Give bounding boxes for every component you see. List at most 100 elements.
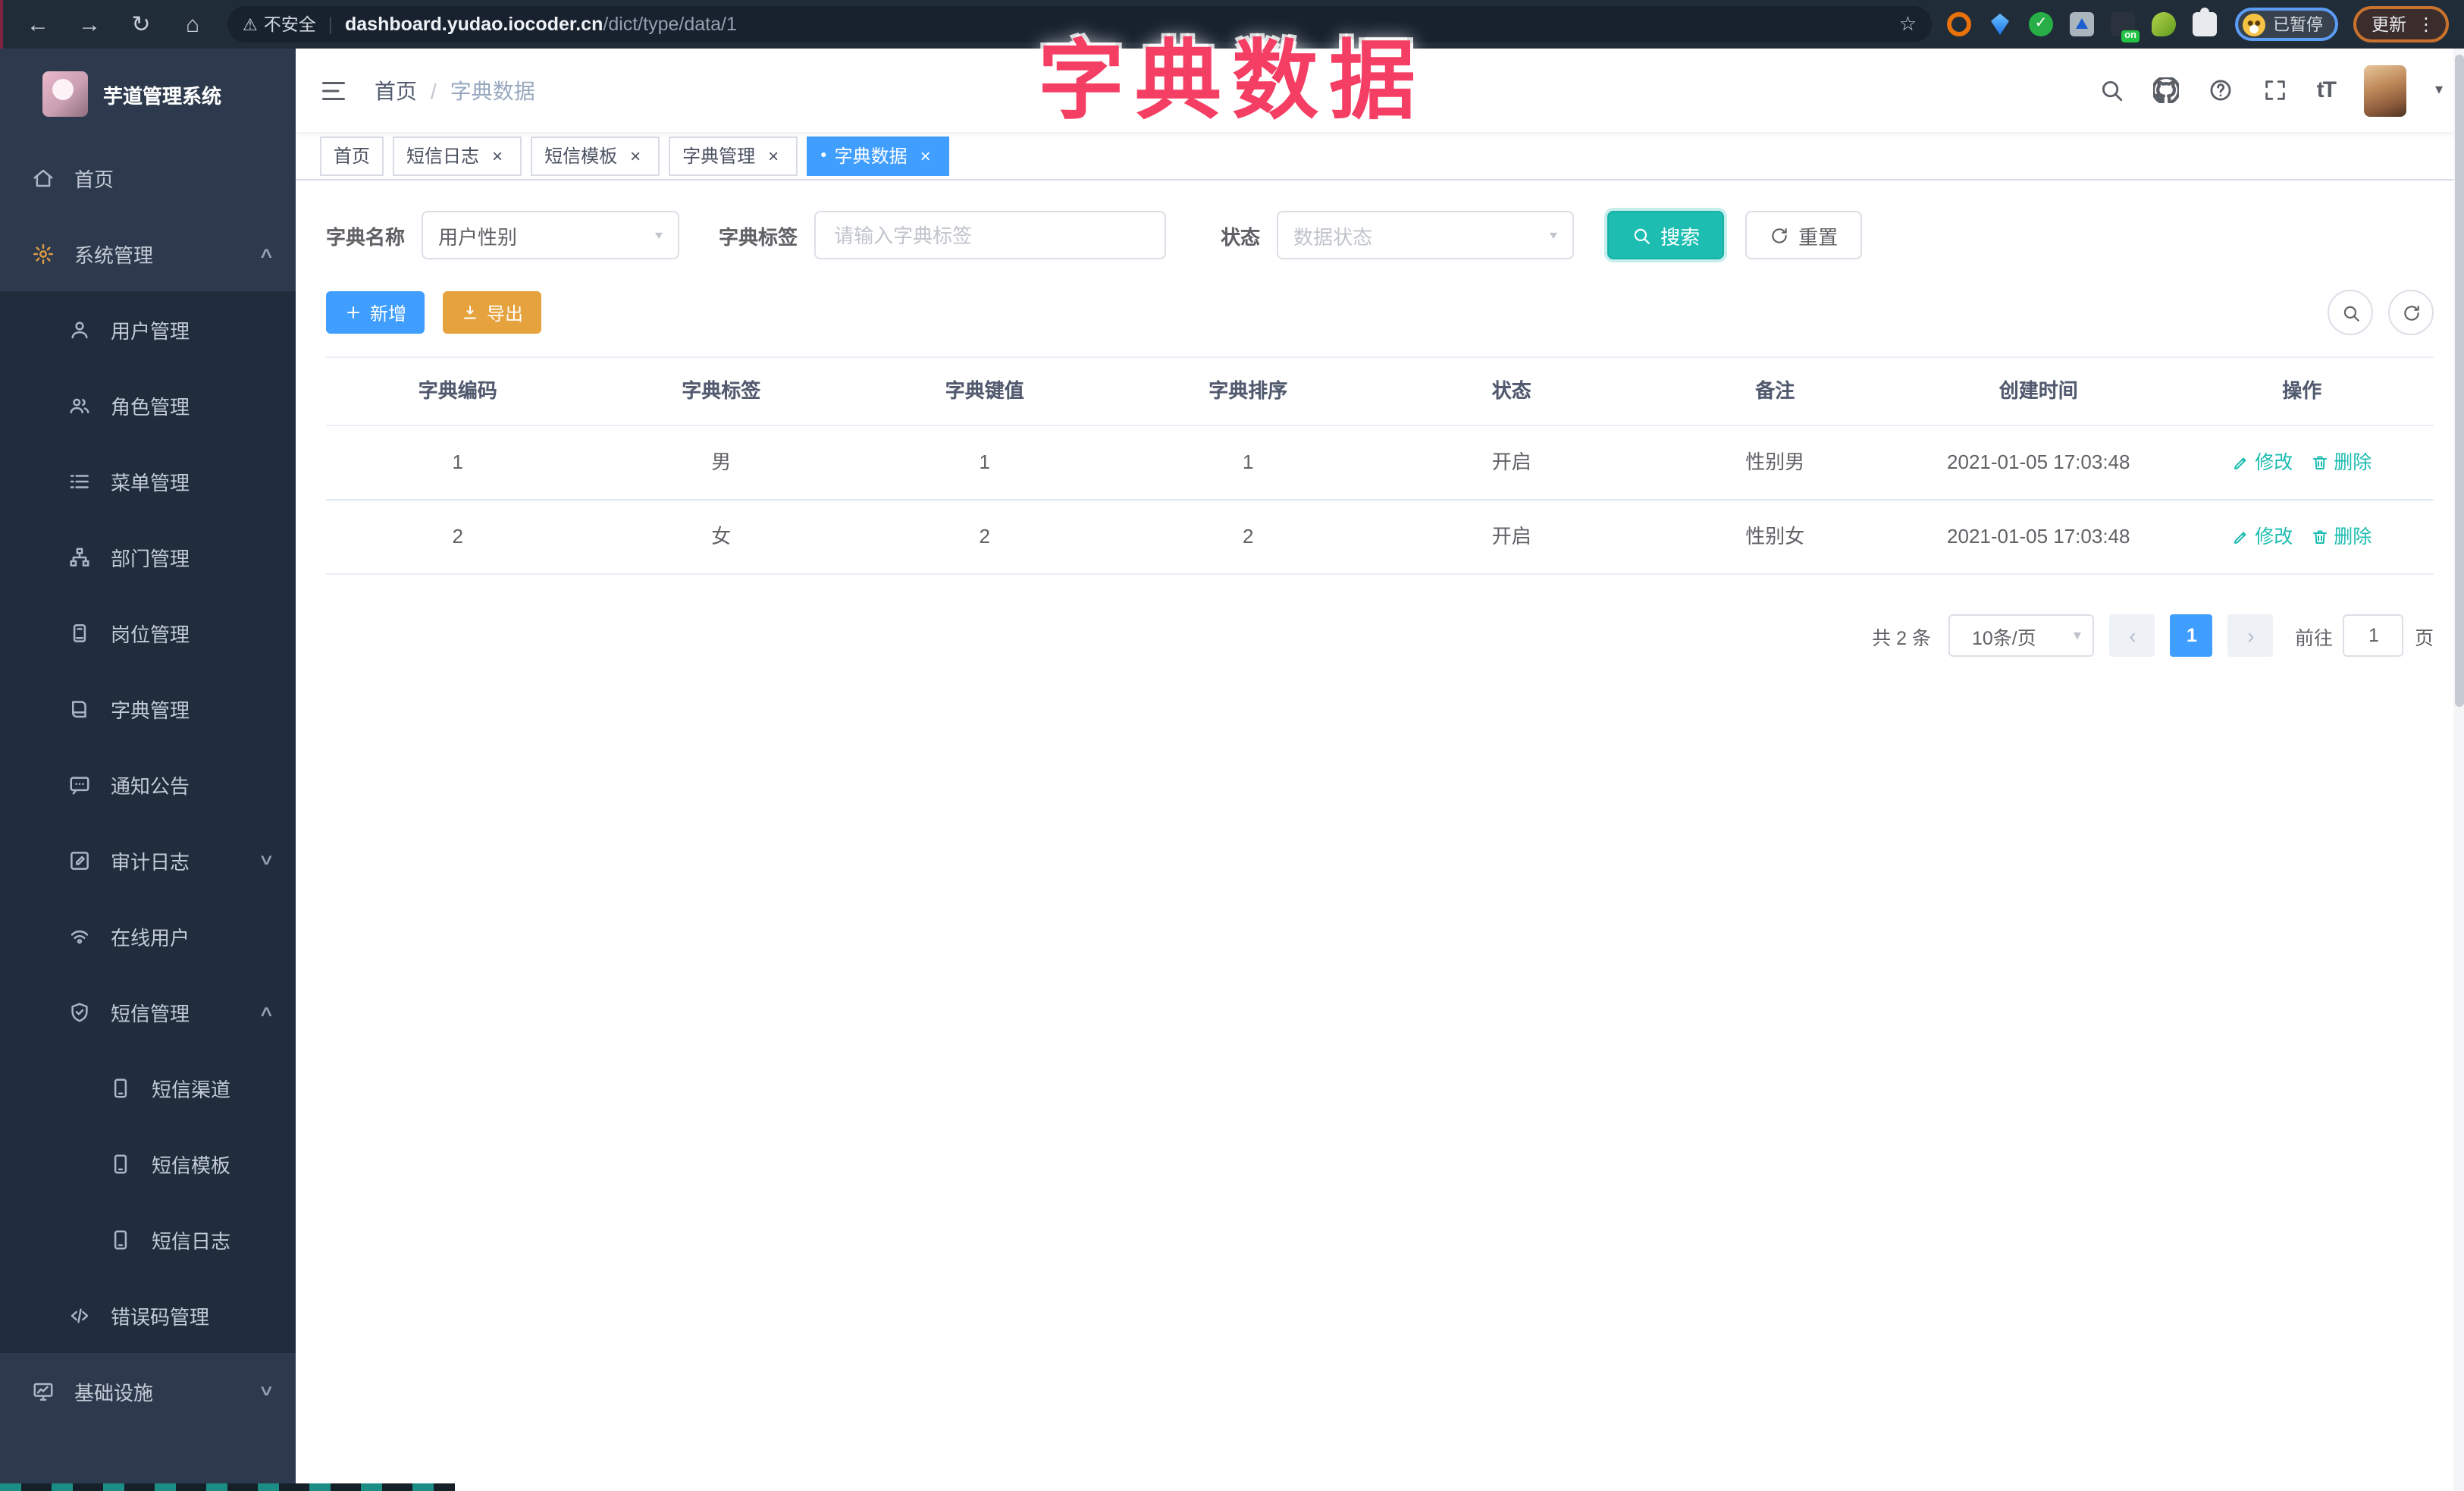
tab-sms-template[interactable]: 短信模板 × [531,136,660,175]
close-icon[interactable]: × [487,145,508,166]
table-row[interactable]: 2 女 2 2 开启 性别女 2021-01-05 17:03:48 修改 删除 [326,501,2434,575]
close-icon[interactable]: × [763,145,784,166]
delete-link-label: 删除 [2334,526,2372,548]
next-page-button[interactable]: › [2227,614,2274,657]
sidebar-item-label: 错误码管理 [111,1305,210,1328]
extension-on-badge-icon[interactable] [2111,12,2140,42]
browser-scrollbar[interactable] [2453,49,2464,1491]
page-size-select[interactable]: 10条/页 ▾ [1948,614,2095,657]
toggle-search-button[interactable] [2328,290,2373,335]
browser-update-button[interactable]: 更新 ⋮ [2353,6,2449,42]
sidebar-item-sms[interactable]: 短信管理 ∧ [0,974,296,1050]
table-header-row: 字典编码 字典标签 字典键值 字典排序 状态 备注 创建时间 操作 [326,358,2434,426]
breadcrumb-home[interactable]: 首页 [375,75,417,105]
dict-name-select[interactable]: 用户性别 ▾ [422,211,680,259]
sidebar-item-notice[interactable]: 通知公告 [0,746,296,822]
sidebar-item-sms-template[interactable]: 短信模板 [0,1125,296,1201]
sidebar-item-sms-log[interactable]: 短信日志 [0,1201,296,1277]
screen: ← → ↻ ⌂ ⚠ 不安全 | dashboard.yudao.iocoder.… [0,0,2464,1491]
sidebar-item-menus[interactable]: 菜单管理 [0,443,296,519]
caret-down-icon: ▾ [2073,627,2081,644]
tab-sms-log[interactable]: 短信日志 × [393,136,522,175]
search-button[interactable]: 搜索 [1607,211,1725,259]
security-label[interactable]: 不安全 [264,12,316,36]
extension-sprout-icon[interactable] [2152,12,2176,36]
profile-status-label: 已暂停 [2273,17,2323,35]
dict-data-table: 字典编码 字典标签 字典键值 字典排序 状态 备注 创建时间 操作 1 男 1 … [326,356,2434,575]
tab-dict-manage[interactable]: 字典管理 × [669,136,798,175]
sidebar-item-error-code[interactable]: 错误码管理 [0,1277,296,1353]
sidebar-item-sms-channel[interactable]: 短信渠道 [0,1050,296,1125]
browser-forward-icon[interactable]: → [64,11,115,37]
sidebar-item-dict[interactable]: 字典管理 [0,670,296,746]
browser-profile-chip[interactable]: 已暂停 [2235,8,2338,41]
bookmark-star-icon[interactable]: ☆ [1899,12,1917,36]
trash-icon [2311,528,2329,546]
browser-home-icon[interactable]: ⌂ [167,11,218,37]
fullscreen-icon[interactable] [2262,77,2288,103]
browser-reload-icon[interactable]: ↻ [115,11,167,38]
sidebar-item-label: 字典管理 [111,698,190,721]
extension-check-icon[interactable]: ✓ [2029,12,2053,36]
scrollbar-thumb[interactable] [2454,55,2463,707]
list-icon [68,469,91,492]
sidebar-item-system[interactable]: 系统管理 ∧ [0,215,296,291]
help-icon[interactable] [2208,77,2234,103]
address-divider: | [328,14,333,35]
sidebar-item-infrastructure[interactable]: 基础设施 ∨ [0,1353,296,1429]
sidebar-item-online-users[interactable]: 在线用户 [0,898,296,974]
tab-label: 短信日志 [406,146,480,167]
github-icon[interactable] [2153,77,2179,103]
browser-back-icon[interactable]: ← [12,11,64,37]
col-header: 字典键值 [945,379,1024,402]
trash-icon [2311,454,2329,472]
edit-link[interactable]: 修改 [2232,426,2293,499]
delete-link[interactable]: 删除 [2311,426,2372,499]
font-size-icon[interactable]: tT [2317,77,2337,103]
sidebar-item-audit-log[interactable]: 审计日志 ∨ [0,822,296,898]
sidebar-item-departments[interactable]: 部门管理 [0,519,296,595]
hamburger-icon[interactable] [320,77,347,104]
sidebar-item-users[interactable]: 用户管理 [0,291,296,367]
close-icon[interactable]: × [625,145,646,166]
refresh-table-button[interactable] [2388,290,2434,335]
extension-blue-icon[interactable] [1991,14,2009,35]
col-header: 操作 [2282,379,2322,402]
extension-orange-icon[interactable] [1947,12,1971,36]
refresh-icon [2401,303,2421,322]
sidebar-item-home[interactable]: 首页 [0,140,296,215]
sidebar-logo[interactable]: 芋道管理系统 [0,49,296,140]
tab-home[interactable]: 首页 [320,136,384,175]
page-content: 字典名称 用户性别 ▾ 字典标签 状态 数据状态 ▾ [296,180,2464,1491]
extensions-puzzle-icon[interactable] [2193,8,2217,36]
prev-page-button[interactable]: ‹ [2109,614,2155,657]
phone-icon [109,1152,132,1175]
dict-label-input[interactable] [831,222,1150,248]
address-bar[interactable]: ⚠ 不安全 | dashboard.yudao.iocoder.cn /dict… [227,6,1932,42]
add-button[interactable]: 新增 [326,291,425,334]
reset-button[interactable]: 重置 [1745,211,1863,259]
extension-bars-icon[interactable] [2070,12,2094,36]
col-header: 字典排序 [1208,379,1288,402]
sidebar-item-label: 用户管理 [111,319,190,342]
sidebar-item-roles[interactable]: 角色管理 [0,367,296,443]
book-icon [68,697,91,720]
export-button[interactable]: 导出 [443,291,542,334]
avatar-caret-down-icon[interactable]: ▾ [2435,82,2443,99]
status-select[interactable]: 数据状态 ▾ [1277,211,1575,259]
search-icon[interactable] [2099,77,2124,103]
sidebar-item-label: 在线用户 [111,926,190,949]
tab-dict-data[interactable]: ● 字典数据 × [807,136,950,175]
table-row[interactable]: 1 男 1 1 开启 性别男 2021-01-05 17:03:48 修改 删除 [326,426,2434,501]
user-avatar[interactable] [2363,64,2406,116]
edit-link[interactable]: 修改 [2232,501,2293,573]
delete-link[interactable]: 删除 [2311,501,2372,573]
close-icon[interactable]: × [915,145,936,166]
page-size-value: 10条/页 [1971,627,2036,648]
sidebar-item-label: 菜单管理 [111,471,190,494]
browser-menu-dots-icon[interactable]: ⋮ [2417,14,2435,35]
current-page-button[interactable]: 1 [2170,614,2213,657]
sidebar-item-posts[interactable]: 岗位管理 [0,595,296,670]
goto-page-input[interactable] [2343,614,2404,657]
user-icon [68,318,91,341]
